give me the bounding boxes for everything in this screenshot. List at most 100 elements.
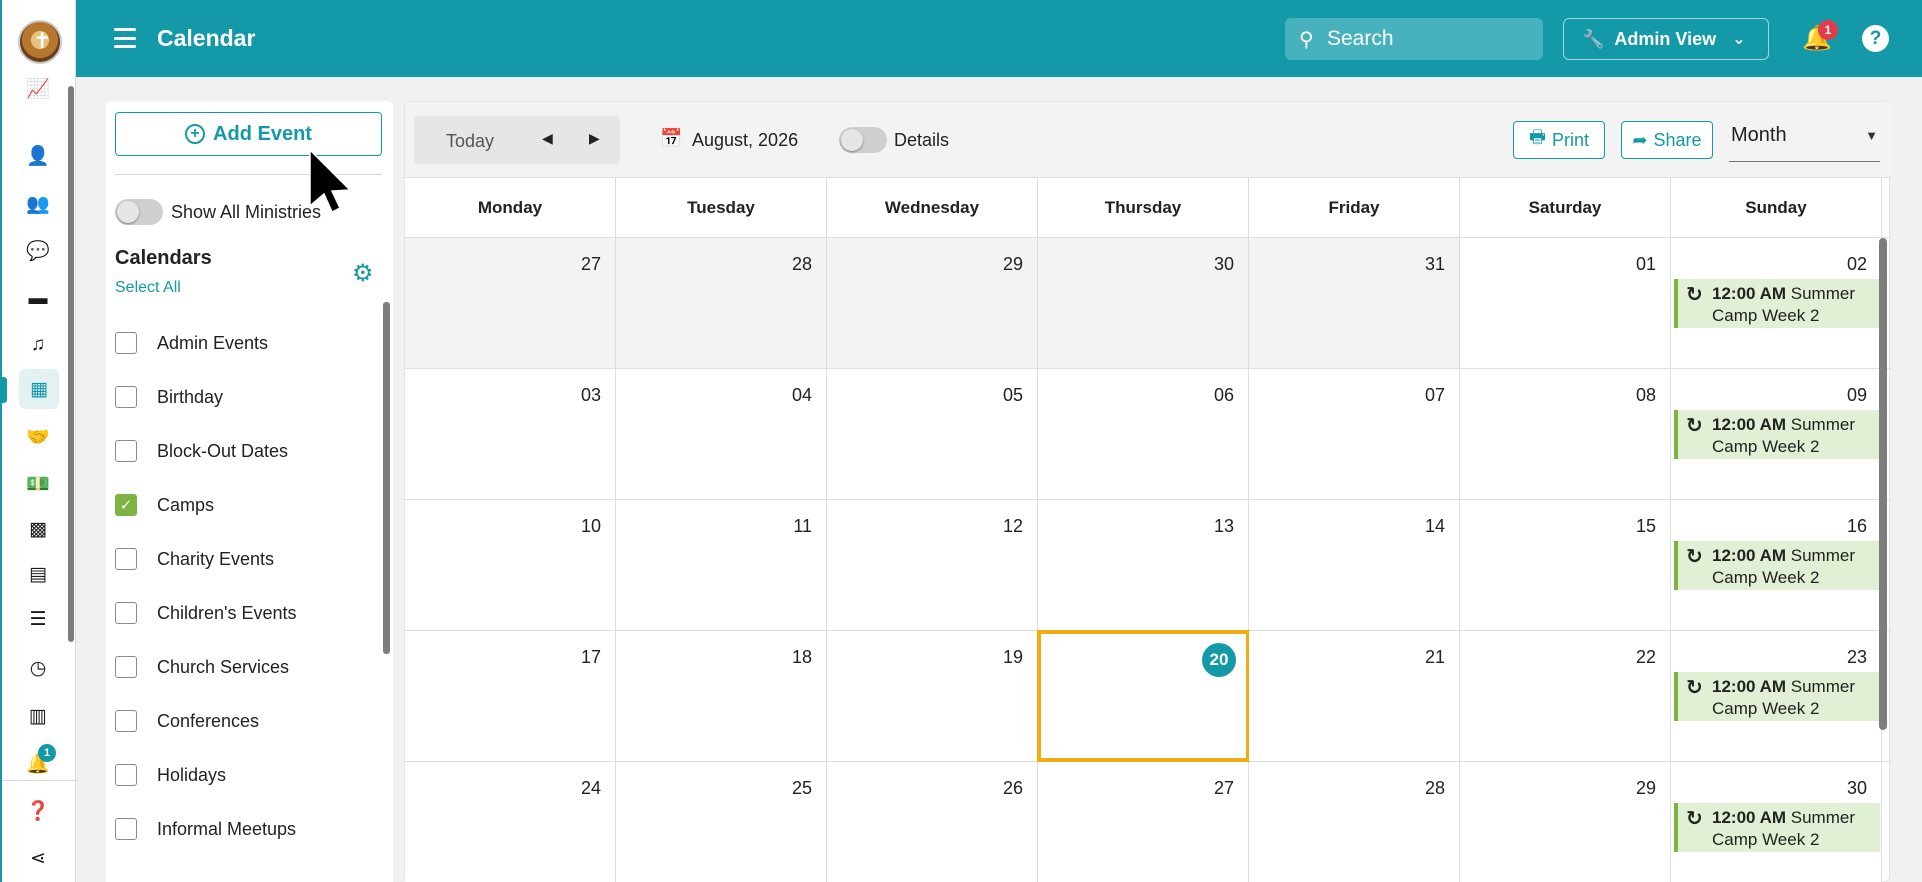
show-all-ministries-toggle[interactable] <box>115 199 163 225</box>
calendar-event[interactable]: ↻ 12:00 AM Summer Camp Week 2 <box>1674 279 1880 328</box>
day-cell[interactable]: 25 <box>616 762 827 882</box>
calendar-checkbox[interactable] <box>115 548 137 570</box>
day-cell[interactable]: 27 <box>405 238 616 368</box>
day-cell[interactable]: 01 <box>1460 238 1671 368</box>
share-button[interactable]: ➦ Share <box>1621 121 1713 159</box>
next-month-button[interactable]: ▶ <box>589 130 600 147</box>
day-cell[interactable]: 15 <box>1460 500 1671 630</box>
select-all-link[interactable]: Select All <box>115 279 181 297</box>
day-cell[interactable]: 06 <box>1038 369 1249 499</box>
day-cell[interactable]: 16 ↻ 12:00 AM Summer Camp Week 2 <box>1671 500 1882 630</box>
calendar-checkbox[interactable] <box>115 386 137 408</box>
details-toggle[interactable] <box>839 127 887 153</box>
day-cell[interactable]: 09 ↻ 12:00 AM Summer Camp Week 2 <box>1671 369 1882 499</box>
day-cell[interactable]: 02 ↻ 12:00 AM Summer Camp Week 2 <box>1671 238 1882 368</box>
day-number: 25 <box>791 778 812 798</box>
calendar-checkbox[interactable]: ✓ <box>115 494 137 516</box>
day-cell[interactable]: 31 <box>1249 238 1460 368</box>
day-cell[interactable]: 10 <box>405 500 616 630</box>
menu-icon[interactable] <box>114 28 136 48</box>
chat-icon[interactable]: 💬 <box>24 237 52 265</box>
current-month-label[interactable]: August, 2026 <box>692 130 798 151</box>
prev-month-button[interactable]: ◀ <box>542 130 553 147</box>
calendar-alt-icon[interactable]: ▬ <box>24 285 52 313</box>
calendar-filter-item[interactable]: Birthday <box>115 370 375 424</box>
day-cell[interactable]: 29 <box>1460 762 1671 882</box>
church-logo[interactable] <box>18 20 62 64</box>
day-cell[interactable]: 23 ↻ 12:00 AM Summer Camp Week 2 <box>1671 631 1882 761</box>
calendar-scrollbar[interactable] <box>1879 238 1887 730</box>
day-cell[interactable]: 19 <box>827 631 1038 761</box>
calendar-event[interactable]: ↻ 12:00 AM Summer Camp Week 2 <box>1674 803 1880 852</box>
day-cell[interactable]: 03 <box>405 369 616 499</box>
calendar-icon[interactable]: ▦ <box>19 369 59 409</box>
search-box[interactable]: ⚲ <box>1285 18 1543 60</box>
help-icon[interactable]: ❓ <box>24 797 52 825</box>
view-mode-select[interactable]: Month ▼ <box>1729 118 1880 162</box>
calendar-filter-item[interactable]: Conferences <box>115 694 375 748</box>
day-cell[interactable]: 04 <box>616 369 827 499</box>
calendar-event[interactable]: ↻ 12:00 AM Summer Camp Week 2 <box>1674 541 1880 590</box>
calendar-filter-item[interactable]: ✓ Camps <box>115 478 375 532</box>
day-cell[interactable]: 24 <box>405 762 616 882</box>
day-cell[interactable]: 28 <box>616 238 827 368</box>
calendar-event[interactable]: ↻ 12:00 AM Summer Camp Week 2 <box>1674 672 1880 721</box>
music-icon[interactable]: ♫ <box>24 331 52 359</box>
calendar-filter-item[interactable]: Informal Meetups <box>115 802 375 856</box>
day-cell[interactable]: 11 <box>616 500 827 630</box>
day-cell[interactable]: 22 <box>1460 631 1671 761</box>
handshake-icon[interactable]: 🤝 <box>24 423 52 451</box>
sidebar-scrollbar[interactable] <box>383 302 390 654</box>
day-cell[interactable]: 12 <box>827 500 1038 630</box>
day-cell[interactable]: 17 <box>405 631 616 761</box>
calendar-checkbox[interactable] <box>115 602 137 624</box>
day-cell[interactable]: 07 <box>1249 369 1460 499</box>
day-cell[interactable]: 14 <box>1249 500 1460 630</box>
calendar-filter-item[interactable]: Children's Events <box>115 586 375 640</box>
day-cell[interactable]: 27 <box>1038 762 1249 882</box>
rail-scrollbar[interactable] <box>68 86 74 642</box>
day-cell[interactable]: 26 <box>827 762 1038 882</box>
day-cell[interactable]: 28 <box>1249 762 1460 882</box>
gear-icon[interactable]: ⚙ <box>352 259 374 288</box>
today-button[interactable]: Today <box>446 131 494 152</box>
calendar-filter-item[interactable]: Block-Out Dates <box>115 424 375 478</box>
print-button[interactable]: 🖶 Print <box>1513 121 1605 159</box>
search-input[interactable] <box>1327 24 1527 54</box>
day-cell[interactable]: 13 <box>1038 500 1249 630</box>
calendar-filter-item[interactable]: Admin Events <box>115 316 375 370</box>
calendar-checkbox[interactable] <box>115 440 137 462</box>
day-cell[interactable]: 29 <box>827 238 1038 368</box>
notifications-button[interactable]: 🔔 1 <box>1802 20 1838 54</box>
calendar-checkbox[interactable] <box>115 818 137 840</box>
day-cell[interactable]: 21 <box>1249 631 1460 761</box>
day-cell[interactable]: 08 <box>1460 369 1671 499</box>
day-cell[interactable]: 20 <box>1037 630 1250 762</box>
calendar-checkbox[interactable] <box>115 764 137 786</box>
calendar-filter-item[interactable]: Holidays <box>115 748 375 802</box>
bar-chart-icon[interactable]: ▥ <box>24 702 52 730</box>
calendar-filter-item[interactable]: Church Services <box>115 640 375 694</box>
qr-icon[interactable]: ▩ <box>24 515 52 543</box>
calendar-checkbox[interactable] <box>115 656 137 678</box>
weekday-header: Monday Tuesday Wednesday Thursday Friday Satu… <box>405 178 1891 238</box>
chart-line-icon[interactable]: 📈 <box>24 75 52 103</box>
calendar-checkbox[interactable] <box>115 332 137 354</box>
calendar-picker-icon[interactable]: 📅 <box>660 128 682 149</box>
help-button[interactable]: ? <box>1862 25 1889 52</box>
user-icon[interactable]: 👤 <box>24 142 52 170</box>
calendar-event[interactable]: ↻ 12:00 AM Summer Camp Week 2 <box>1674 410 1880 459</box>
checklist-icon[interactable]: ☰ <box>24 605 52 633</box>
day-cell[interactable]: 18 <box>616 631 827 761</box>
users-icon[interactable]: 👥 <box>24 190 52 218</box>
day-cell[interactable]: 30 ↻ 12:00 AM Summer Camp Week 2 <box>1671 762 1882 882</box>
calendar-checkbox[interactable] <box>115 710 137 732</box>
day-cell[interactable]: 30 <box>1038 238 1249 368</box>
share-icon[interactable]: ⋖ <box>24 844 52 872</box>
money-icon[interactable]: 💵 <box>24 470 52 498</box>
calendar-filter-item[interactable]: Charity Events <box>115 532 375 586</box>
id-card-icon[interactable]: ▤ <box>24 560 52 588</box>
day-cell[interactable]: 05 <box>827 369 1038 499</box>
clock-icon[interactable]: ◷ <box>24 654 52 682</box>
admin-view-dropdown[interactable]: 🔧 Admin View ⌄ <box>1563 18 1769 60</box>
